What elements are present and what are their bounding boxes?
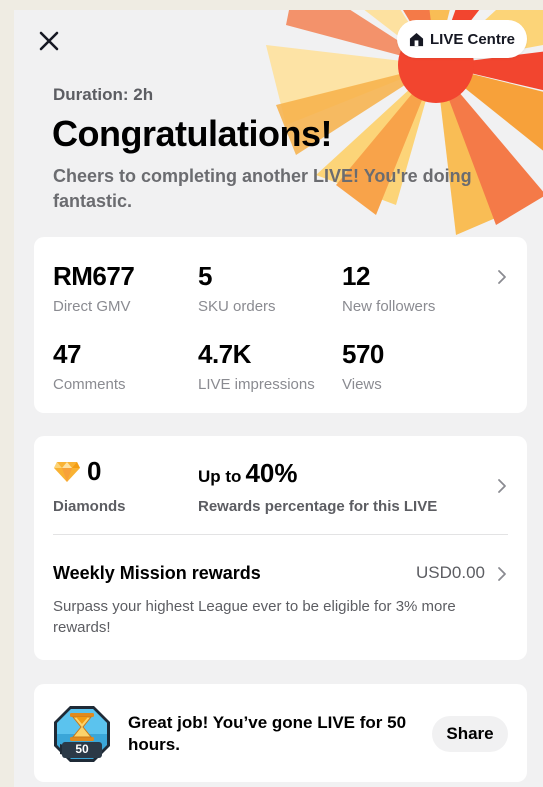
home-icon — [409, 32, 424, 46]
stat-label: LIVE impressions — [198, 376, 315, 393]
live-centre-button[interactable]: LIVE Centre — [397, 20, 527, 58]
live-summary-screen: LIVE Centre Duration: 2h Congratulations… — [14, 10, 543, 787]
diamond-icon — [54, 461, 80, 482]
live-centre-label: LIVE Centre — [429, 30, 516, 48]
stat-views: 570 Views — [342, 339, 384, 393]
divider — [53, 534, 508, 535]
upto-value: 40% — [245, 458, 298, 488]
chevron-right-icon[interactable] — [496, 477, 508, 495]
upto-prefix: Up to — [198, 467, 242, 486]
stat-value: 570 — [342, 339, 384, 369]
stat-value: 12 — [342, 261, 370, 291]
stat-value: 4.7K — [198, 339, 251, 369]
stat-label: New followers — [342, 298, 436, 315]
chevron-right-icon[interactable] — [496, 565, 508, 583]
stat-value: 47 — [53, 339, 81, 369]
stat-value: 5 — [198, 261, 212, 291]
stat-label: Comments — [53, 376, 126, 393]
achievement-card: 50 Great job! You’ve gone LIVE for 50 ho… — [34, 684, 527, 782]
close-button[interactable] — [34, 26, 64, 56]
share-button[interactable]: Share — [432, 716, 508, 752]
rewards-percentage-label: Rewards percentage for this LIVE — [198, 498, 438, 515]
weekly-mission-title[interactable]: Weekly Mission rewards — [53, 563, 261, 584]
stat-comments: 47 Comments — [53, 339, 126, 393]
stat-live-impressions: 4.7K LIVE impressions — [198, 339, 315, 393]
chevron-right-icon[interactable] — [496, 268, 508, 286]
stat-direct-gmv: RM677 Direct GMV — [53, 261, 135, 315]
stat-label: Direct GMV — [53, 298, 131, 315]
page-title: Congratulations! — [52, 113, 332, 154]
close-icon — [39, 31, 59, 51]
diamonds-value: 0 — [87, 456, 102, 486]
stats-card[interactable]: RM677 Direct GMV 5 SKU orders 12 New fol… — [34, 237, 527, 413]
diamonds-stat[interactable]: 0 — [53, 456, 101, 487]
page-subtitle: Cheers to completing another LIVE! You'r… — [53, 166, 472, 211]
diamonds-label: Diamonds — [53, 498, 126, 515]
achievement-text: Great job! You’ve gone LIVE for 50 hours… — [128, 713, 407, 754]
rewards-percentage[interactable]: Up to 40% — [198, 458, 297, 489]
stat-label: Views — [342, 376, 382, 393]
duration-text: Duration: 2h — [53, 85, 154, 104]
badge-number: 50 — [75, 742, 89, 756]
weekly-mission-description: Surpass your highest League ever to be e… — [53, 598, 456, 636]
rewards-card: 0 Diamonds Up to 40% Rewards percentage … — [34, 436, 527, 660]
stat-new-followers: 12 New followers — [342, 261, 435, 315]
weekly-mission-value: USD0.00 — [416, 563, 485, 582]
stat-value: RM677 — [53, 261, 135, 291]
stat-sku-orders: 5 SKU orders — [198, 261, 276, 315]
stat-label: SKU orders — [198, 298, 276, 315]
